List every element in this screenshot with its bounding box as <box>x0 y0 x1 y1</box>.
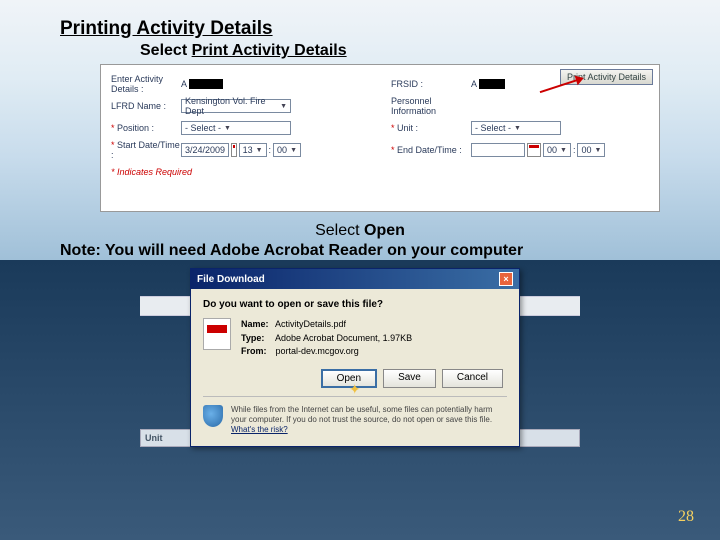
enter-activity-label: Enter Activity Details : <box>111 74 181 94</box>
unit-label: Unit : <box>397 123 418 133</box>
calendar-icon[interactable] <box>527 143 541 157</box>
name-value: ActivityDetails.pdf <box>275 319 346 329</box>
redaction <box>479 79 505 89</box>
lfrd-select[interactable]: Kensington Vol. Fire Dept▼ <box>181 99 291 113</box>
file-metadata: Name: ActivityDetails.pdf Type: Adobe Ac… <box>241 318 412 359</box>
unit-select[interactable]: - Select -▼ <box>471 121 561 135</box>
select-open-instruction: Select Open <box>60 222 660 240</box>
sub-prefix: Select <box>140 42 192 59</box>
chevron-down-icon: ▼ <box>594 147 601 154</box>
position-label: Position : <box>117 123 154 133</box>
chevron-down-icon: ▼ <box>514 125 521 132</box>
start-min-value: 00 <box>277 145 287 155</box>
unit-value: - Select - <box>475 123 511 133</box>
file-download-dialog: File Download × Do you want to open or s… <box>190 268 520 447</box>
chevron-down-icon: ▼ <box>280 103 287 110</box>
type-value: Adobe Acrobat Document, 1.97KB <box>275 333 412 343</box>
chevron-down-icon: ▼ <box>224 125 231 132</box>
frsid-prefix: A <box>471 79 477 89</box>
end-hour-value: 00 <box>547 145 557 155</box>
end-hour-select[interactable]: 00▼ <box>543 143 571 157</box>
start-date-label: Start Date/Time : <box>111 140 180 160</box>
adobe-note: Note: You will need Adobe Acrobat Reader… <box>60 242 660 260</box>
subheading: Select Print Activity Details <box>140 42 660 60</box>
required-note: * Indicates Required <box>111 167 649 177</box>
frsid-label: FRSID : <box>391 79 471 89</box>
warning-text: While files from the Internet can be use… <box>231 405 507 436</box>
activity-form-panel: Print Activity Details Enter Activity De… <box>100 64 660 212</box>
cancel-button[interactable]: Cancel <box>442 369 503 388</box>
personnel-info-label: Personnel Information <box>391 96 471 116</box>
time-sep: : <box>573 145 576 155</box>
end-date-input[interactable] <box>471 143 525 157</box>
dialog-titlebar[interactable]: File Download × <box>191 269 519 289</box>
start-hour-select[interactable]: 13▼ <box>239 143 267 157</box>
pdf-icon <box>203 318 231 350</box>
dialog-container: Unit Start Time End Time File Download ×… <box>190 268 530 447</box>
dialog-title-text: File Download <box>197 274 265 285</box>
close-icon[interactable]: × <box>499 272 513 286</box>
redaction <box>189 79 223 89</box>
dialog-question: Do you want to open or save this file? <box>203 299 507 310</box>
calendar-icon[interactable] <box>231 143 237 157</box>
position-value: - Select - <box>185 123 221 133</box>
page-title: Printing Activity Details <box>60 18 660 40</box>
end-min-value: 00 <box>581 145 591 155</box>
name-label: Name: <box>241 318 273 332</box>
page-number: 28 <box>678 508 694 526</box>
end-date-label: End Date/Time : <box>397 145 462 155</box>
type-label: Type: <box>241 332 273 346</box>
from-label: From: <box>241 345 273 359</box>
from-value: portal-dev.mcgov.org <box>276 346 359 356</box>
save-button[interactable]: Save <box>383 369 436 388</box>
start-hour-value: 13 <box>243 145 253 155</box>
start-date-input[interactable]: 3/24/2009 <box>181 143 229 157</box>
enter-activity-prefix: A <box>181 79 187 89</box>
lfrd-value: Kensington Vol. Fire Dept <box>185 96 277 116</box>
shield-icon <box>203 405 223 427</box>
whats-the-risk-link[interactable]: What's the risk? <box>231 425 288 434</box>
start-date-value: 3/24/2009 <box>185 145 225 155</box>
position-select[interactable]: - Select -▼ <box>181 121 291 135</box>
sub-link-text: Print Activity Details <box>192 42 347 59</box>
chevron-down-icon: ▼ <box>256 147 263 154</box>
end-min-select[interactable]: 00▼ <box>577 143 605 157</box>
open-button-label: Open <box>337 373 361 384</box>
chevron-down-icon: ▼ <box>560 147 567 154</box>
chevron-down-icon: ▼ <box>290 147 297 154</box>
open-button[interactable]: Open ✦ <box>321 369 377 388</box>
print-activity-details-button[interactable]: Print Activity Details <box>560 69 653 85</box>
start-min-select[interactable]: 00▼ <box>273 143 301 157</box>
time-sep: : <box>269 145 272 155</box>
lfrd-label: LFRD Name : <box>111 101 181 111</box>
